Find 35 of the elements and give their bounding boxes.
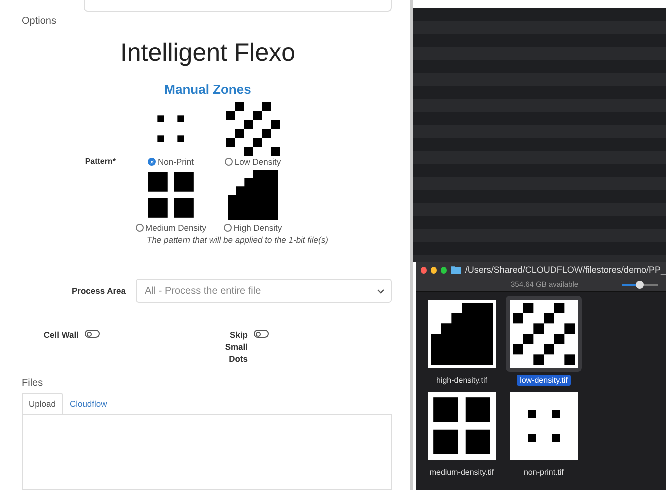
zoom-button[interactable] <box>440 266 447 274</box>
folder-icon <box>450 265 462 275</box>
help-text: The pattern that will be applied to the 1-bit file(s) <box>147 235 330 245</box>
tab[interactable]: Cloudflow <box>62 393 114 415</box>
window-title: /Users/Shared/CLOUDFLOW/filestores/demo/PP_ <box>465 265 666 275</box>
file-name[interactable]: high-density.tif <box>434 375 490 386</box>
field-label: Pattern* <box>84 156 117 166</box>
field-label: Process Area <box>70 286 127 296</box>
toggle-label: Skip Small Dots <box>224 329 248 365</box>
pattern-image <box>431 303 493 365</box>
page-title: Intelligent Flexo <box>119 39 297 68</box>
radio-option[interactable]: Non-Print <box>148 157 194 167</box>
close-button[interactable] <box>421 266 427 274</box>
toggle-switch[interactable] <box>254 330 269 338</box>
section-label: Files <box>22 378 44 389</box>
section-label: Options <box>22 16 58 27</box>
process-area-dropdown[interactable]: All - Process the entire file <box>136 279 392 303</box>
radio-option[interactable]: High Density <box>224 223 282 233</box>
toggle-switch[interactable] <box>85 330 100 338</box>
radio-option[interactable]: Low Density <box>224 157 282 167</box>
pattern-image <box>228 170 278 220</box>
file-name[interactable]: medium-density.tif <box>426 467 498 478</box>
section-heading: Manual Zones <box>164 82 252 97</box>
tab[interactable]: Upload <box>22 393 63 415</box>
pattern-image <box>226 102 280 156</box>
radio-option[interactable]: Medium Density <box>136 223 206 233</box>
chevron-down-icon <box>377 288 385 294</box>
file-thumbnail[interactable] <box>506 296 582 372</box>
pattern-image <box>513 303 575 365</box>
pattern-image <box>431 395 493 457</box>
file-name[interactable]: non-print.tif <box>520 467 568 478</box>
toggle-label: Cell Wall <box>44 329 79 341</box>
file-name[interactable]: low-density.tif <box>517 375 571 386</box>
minimize-button[interactable] <box>430 266 437 274</box>
pattern-image <box>146 170 196 220</box>
